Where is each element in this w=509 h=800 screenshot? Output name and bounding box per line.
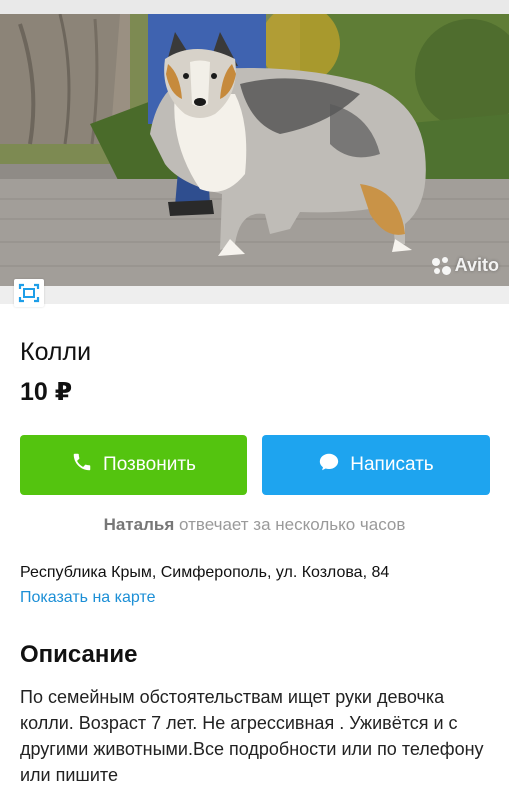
listing-title: Колли	[20, 338, 92, 366]
collie-photo-illustration	[0, 14, 509, 286]
description-heading: Описание	[20, 641, 138, 668]
listing-address: Республика Крым, Симферополь, ул. Козлов…	[20, 564, 390, 581]
message-button[interactable]: Написать	[262, 435, 490, 495]
avito-watermark: Avito	[431, 255, 499, 276]
listing-price: 10 ₽	[20, 378, 73, 406]
listing-photo[interactable]: Avito	[0, 14, 509, 286]
photo-bottom-band	[0, 286, 509, 304]
show-on-map-link[interactable]: Показать на карте	[20, 589, 155, 607]
expand-fullscreen-icon[interactable]	[14, 279, 44, 307]
call-button[interactable]: Позвонить	[20, 435, 247, 495]
seller-response-text: отвечает за несколько часов	[179, 515, 406, 534]
seller-name: Наталья	[103, 515, 175, 534]
watermark-text: Avito	[454, 255, 499, 275]
message-button-label: Написать	[350, 454, 434, 475]
chat-bubble-icon	[318, 451, 340, 479]
description-text: По семейным обстоятельствам ищет руки де…	[20, 687, 484, 785]
call-button-label: Позвонить	[103, 454, 196, 475]
phone-icon	[71, 451, 93, 479]
seller-response-info: Наталья отвечает за несколько часов	[0, 515, 509, 535]
top-strip	[0, 0, 509, 14]
avito-logo-icon	[431, 256, 451, 276]
